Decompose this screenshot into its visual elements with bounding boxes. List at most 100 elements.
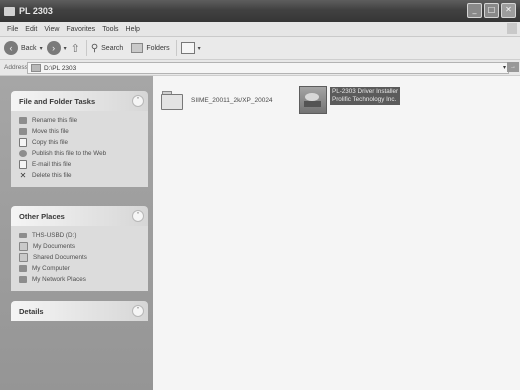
- maximize-button[interactable]: □: [484, 3, 499, 18]
- other-places-panel: Other Places ˄ THS-USBD (D:) My Document…: [11, 206, 148, 291]
- menu-view[interactable]: View: [44, 26, 59, 33]
- folders-icon: [131, 43, 144, 53]
- email-icon: [19, 160, 27, 169]
- search-label: Search: [101, 44, 124, 52]
- collapse-icon[interactable]: ˄: [132, 210, 144, 222]
- folders-button[interactable]: Folders: [131, 43, 170, 53]
- panel-title: Details: [19, 306, 44, 316]
- other-places-header[interactable]: Other Places ˄: [11, 206, 148, 226]
- forward-arrow-icon: ›: [46, 41, 61, 55]
- chevron-down-icon: ▾: [63, 45, 67, 52]
- menu-help[interactable]: Help: [126, 26, 140, 33]
- place-label: My Documents: [33, 243, 75, 250]
- panel-title: Other Places: [19, 211, 65, 221]
- place-shared-documents[interactable]: Shared Documents: [19, 252, 148, 263]
- go-button[interactable]: →: [507, 62, 519, 72]
- chevron-down-icon: ▾: [197, 45, 201, 52]
- toolbar-divider: [175, 40, 177, 56]
- installer-name: PL-2303 Driver Installer: [332, 88, 399, 95]
- expand-icon[interactable]: ˅: [132, 305, 144, 317]
- search-icon: ⚲: [90, 42, 99, 54]
- back-button[interactable]: ‹ Back ▾: [4, 41, 43, 55]
- collapse-icon[interactable]: ˄: [132, 95, 144, 107]
- up-button[interactable]: ⇧: [71, 42, 80, 55]
- window-controls: _ □ ✕: [467, 3, 516, 18]
- address-bar: Address D:\PL 2303 ▾ →: [0, 60, 520, 76]
- back-arrow-icon: ‹: [4, 41, 18, 55]
- menu-edit[interactable]: Edit: [25, 26, 37, 33]
- folder-icon: [161, 91, 183, 110]
- folders-label: Folders: [146, 44, 170, 52]
- folder-name: SIIME_20011_2k/XP_20024: [191, 97, 273, 104]
- task-label: E-mail this file: [32, 161, 72, 168]
- task-label: Publish this file to the Web: [32, 150, 107, 157]
- menu-favorites[interactable]: Favorites: [66, 26, 95, 33]
- toolbar: ‹ Back ▾ › ▾ ⇧ ⚲ Search Folders ▾: [0, 37, 520, 60]
- panel-title: File and Folder Tasks: [19, 96, 96, 106]
- chevron-down-icon: ▾: [39, 45, 43, 52]
- task-label: Rename this file: [32, 117, 78, 124]
- up-folder-icon: ⇧: [70, 42, 80, 55]
- views-icon: [180, 42, 195, 54]
- details-panel: Details ˅: [11, 301, 148, 321]
- task-copy[interactable]: Copy this file: [19, 137, 148, 148]
- place-label: Shared Documents: [33, 254, 87, 261]
- details-header[interactable]: Details ˅: [11, 301, 148, 321]
- window-title: PL 2303: [19, 6, 53, 16]
- folder-icon: [31, 64, 41, 72]
- views-button[interactable]: ▾: [180, 42, 201, 54]
- task-label: Delete this file: [32, 172, 72, 179]
- menu-bar: File Edit View Favorites Tools Help: [0, 22, 520, 37]
- search-button[interactable]: ⚲ Search: [91, 43, 124, 54]
- place-label: THS-USBD (D:): [32, 232, 77, 239]
- title-bar: PL 2303 _ □ ✕: [0, 0, 520, 22]
- installer-icon: [299, 86, 327, 114]
- address-input[interactable]: D:\PL 2303 ▾: [27, 62, 509, 74]
- other-places-list: THS-USBD (D:) My Documents Shared Docume…: [11, 226, 148, 291]
- windows-logo-icon: [507, 23, 517, 34]
- place-network[interactable]: My Network Places: [19, 274, 148, 285]
- task-label: Copy this file: [32, 139, 69, 146]
- file-folder-tasks-header[interactable]: File and Folder Tasks ˄: [11, 91, 148, 111]
- copy-icon: [19, 138, 27, 147]
- close-button[interactable]: ✕: [501, 3, 516, 18]
- my-documents-icon: [19, 242, 28, 251]
- minimize-button[interactable]: _: [467, 3, 482, 18]
- address-label: Address: [4, 64, 28, 71]
- file-list-area[interactable]: SIIME_20011_2k/XP_20024 PL-2303 Driver I…: [153, 76, 520, 390]
- drive-icon: [19, 233, 27, 238]
- task-delete[interactable]: ✕ Delete this file: [19, 170, 148, 181]
- place-label: My Computer: [32, 265, 70, 272]
- shared-documents-icon: [19, 253, 28, 262]
- address-dropdown-icon[interactable]: ▾: [503, 64, 506, 71]
- task-publish[interactable]: Publish this file to the Web: [19, 148, 148, 159]
- installer-company: Prolific Technology Inc.: [332, 96, 397, 103]
- task-email[interactable]: E-mail this file: [19, 159, 148, 170]
- network-places-icon: [19, 276, 27, 283]
- task-label: Move this file: [32, 128, 69, 135]
- toolbar-divider: [85, 40, 87, 56]
- move-icon: [19, 128, 27, 135]
- place-drive[interactable]: THS-USBD (D:): [19, 230, 148, 241]
- task-pane: File and Folder Tasks ˄ Rename this file…: [0, 76, 153, 390]
- place-my-computer[interactable]: My Computer: [19, 263, 148, 274]
- installer-label-selected: PL-2303 Driver Installer Prolific Techno…: [330, 87, 401, 105]
- folder-window-icon: [4, 6, 15, 16]
- place-my-documents[interactable]: My Documents: [19, 241, 148, 252]
- installer-file-item[interactable]: PL-2303 Driver Installer Prolific Techno…: [299, 86, 401, 114]
- rename-icon: [19, 117, 27, 124]
- publish-icon: [19, 150, 27, 157]
- forward-button[interactable]: › ▾: [46, 41, 67, 55]
- task-rename[interactable]: Rename this file: [19, 115, 148, 126]
- address-value: D:\PL 2303: [44, 64, 77, 72]
- menu-file[interactable]: File: [7, 26, 18, 33]
- back-label: Back: [21, 44, 37, 52]
- file-folder-tasks-list: Rename this file Move this file Copy thi…: [11, 111, 148, 187]
- my-computer-icon: [19, 265, 27, 272]
- delete-icon: ✕: [19, 171, 27, 180]
- place-label: My Network Places: [32, 276, 86, 283]
- menu-tools[interactable]: Tools: [102, 26, 118, 33]
- file-folder-tasks-panel: File and Folder Tasks ˄ Rename this file…: [11, 91, 148, 187]
- task-move[interactable]: Move this file: [19, 126, 148, 137]
- folder-item[interactable]: SIIME_20011_2k/XP_20024: [161, 91, 273, 110]
